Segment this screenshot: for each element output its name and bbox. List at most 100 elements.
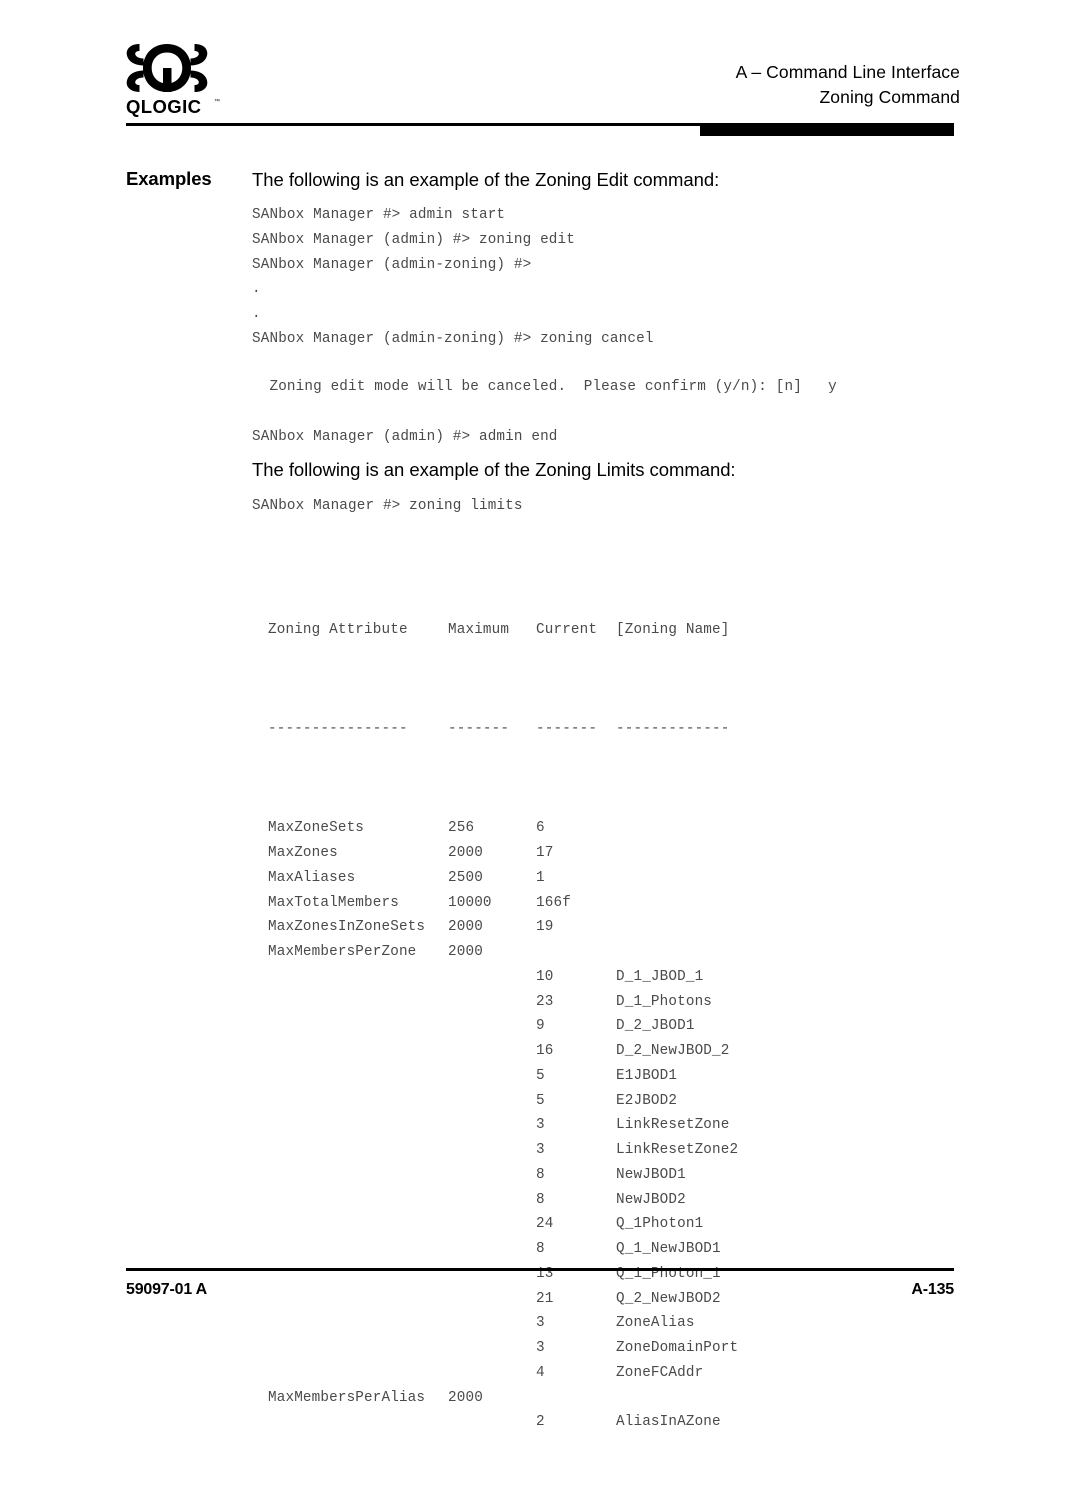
limits-cell-zoning-name: Q_1_Photon_1 [616,1265,721,1282]
table-row: 3 LinkResetZone [268,1113,729,1138]
limits-cell-zoning-name: ZoneFCAddr [616,1364,704,1381]
table-row: 9 D_2_JBOD1 [268,1014,694,1039]
limits-cell-current: 5 [536,1092,545,1109]
limits-cell-current: 3 [536,1340,545,1356]
code-line-confirm-prompt: Zoning edit mode will be canceled. Pleas… [252,379,837,395]
limits-cell-current: 9 [536,1018,545,1035]
limits-cell-current: 8 [536,1241,545,1257]
intro-zoning-edit: The following is an example of the Zonin… [252,169,720,190]
limits-cell-current: 21 [536,1290,554,1307]
limits-header-row: Zoning Attribute Maximum Current [Zoning… [268,618,729,643]
limits-header-zoning-name: [Zoning Name] [616,622,730,639]
limits-cell-current: 5 [536,1067,545,1084]
limits-cell-current: 19 [536,919,554,936]
table-row: 3 LinkResetZone2 [268,1138,738,1163]
document-page: QLOGIC ™ A – Command Line Interface Zoni… [0,0,1080,1430]
limits-cell-current: 166f [536,894,571,911]
limits-cell-current: 23 [536,993,554,1010]
table-row: 16 D_2_NewJBOD_2 [268,1039,729,1064]
limits-cell-attribute: MaxZones [268,845,338,861]
page-header: QLOGIC ™ A – Command Line Interface Zoni… [0,0,1080,140]
limits-cell-current: 1 [536,869,545,886]
table-row: 3 ZoneAlias [268,1311,694,1336]
limits-cell-current: 17 [536,845,554,861]
table-row: 13 Q_1_Photon_1 [268,1262,721,1287]
limits-cell-attribute: MaxAliases [268,869,356,886]
limits-cell-zoning-name: ZoneAlias [616,1315,695,1332]
table-row: 23 D_1_Photons [268,990,712,1015]
table-row: 10 D_1_JBOD_1 [268,965,703,990]
limits-cell-zoning-name: LinkResetZone [616,1117,730,1134]
table-row: 24 Q_1Photon1 [268,1212,703,1237]
table-row: 8 Q_1_NewJBOD1 [268,1237,721,1262]
limits-cell-current: 24 [536,1216,554,1233]
limits-cell-current: 3 [536,1117,545,1134]
code-line-zoning-limits-command: SANbox Manager #> zoning limits [252,498,523,514]
table-row: MaxZoneSets 256 6 [268,816,545,841]
header-title-block: A – Command Line Interface Zoning Comman… [736,60,960,110]
code-block-zoning-edit-session: SANbox Manager #> admin start SANbox Man… [252,207,654,347]
limits-cell-maximum: 2000 [448,845,483,861]
footer-page-number: A-135 [911,1281,954,1298]
table-row: 5 E2JBOD2 [268,1089,677,1114]
limits-cell-zoning-name: D_1_JBOD_1 [616,968,704,985]
limits-cell-maximum: 2000 [448,944,483,960]
qlogic-logo-mark [126,44,208,92]
limits-cell-current: 3 [536,1315,545,1332]
svg-text:QLOGIC: QLOGIC [126,96,201,117]
limits-cell-attribute: MaxZoneSets [268,820,365,837]
table-row: MaxMembersPerAlias 2000 [268,1386,483,1411]
limits-cell-current: 6 [536,820,545,837]
limits-separator-zoning-name: ------------- [616,721,730,738]
table-row: MaxMembersPerZone 2000 [268,940,483,965]
limits-cell-attribute: MaxTotalMembers [268,894,399,911]
limits-cell-current: 8 [536,1166,545,1183]
limits-header-attribute: Zoning Attribute [268,622,408,639]
limits-cell-current: 3 [536,1142,545,1158]
limits-cell-current: 8 [536,1191,545,1208]
table-row: 3 ZoneDomainPort [268,1336,738,1361]
qlogic-wordmark: QLOGIC ™ [126,96,220,117]
code-line-admin-end: SANbox Manager (admin) #> admin end [252,429,558,445]
limits-cell-zoning-name: ZoneDomainPort [616,1340,739,1356]
limits-header-current: Current [536,622,598,639]
limits-separator-attribute: ---------------- [268,721,408,738]
table-row: MaxZonesInZoneSets 2000 19 [268,915,553,940]
limits-cell-zoning-name: NewJBOD1 [616,1166,686,1183]
limits-separator-current: ------- [536,721,598,738]
svg-text:™: ™ [214,98,220,105]
examples-label: Examples [126,168,212,189]
footer-doc-number: 59097-01 A [126,1281,208,1298]
header-black-bar [700,123,954,136]
limits-cell-zoning-name: NewJBOD2 [616,1191,686,1208]
limits-cell-zoning-name: E2JBOD2 [616,1092,678,1109]
table-row: 5 E1JBOD1 [268,1064,677,1089]
limits-cell-attribute: MaxMembersPerAlias [268,1389,426,1406]
table-row: 21 Q_2_NewJBOD2 [268,1287,721,1312]
limits-cell-attribute: MaxZonesInZoneSets [268,919,426,936]
table-row: 2 AliasInAZone [268,1410,721,1435]
qlogic-logo: QLOGIC ™ [126,42,246,118]
limits-cell-maximum: 10000 [448,894,492,911]
limits-cell-zoning-name: LinkResetZone2 [616,1142,739,1158]
limits-cell-zoning-name: Q_2_NewJBOD2 [616,1290,721,1307]
intro-zoning-limits: The following is an example of the Zonin… [252,459,736,480]
limits-cell-maximum: 2000 [448,1389,483,1406]
limits-cell-current: 16 [536,1043,554,1059]
limits-separator-maximum: ------- [448,721,510,738]
table-row: 8 NewJBOD2 [268,1188,686,1213]
limits-rows-container: MaxZoneSets 256 6 MaxZones 2000 17 MaxAliases 2… [268,816,738,1435]
header-line-appendix: A – Command Line Interface [735,62,960,82]
table-row: MaxZones 2000 17 [268,841,553,866]
limits-cell-zoning-name: D_2_NewJBOD_2 [616,1043,730,1059]
limits-header-maximum: Maximum [448,622,510,639]
zoning-limits-output: Zoning Attribute Maximum Current [Zoning… [268,544,738,1485]
header-line-command: Zoning Command [819,87,960,107]
limits-cell-current: 13 [536,1265,554,1282]
limits-cell-current: 4 [536,1364,545,1381]
limits-cell-zoning-name: E1JBOD1 [616,1067,678,1084]
limits-cell-attribute: MaxMembersPerZone [268,944,417,960]
footer-rule [126,1268,954,1271]
limits-cell-zoning-name: Q_1Photon1 [616,1216,704,1233]
table-row: MaxAliases 2500 1 [268,866,545,891]
